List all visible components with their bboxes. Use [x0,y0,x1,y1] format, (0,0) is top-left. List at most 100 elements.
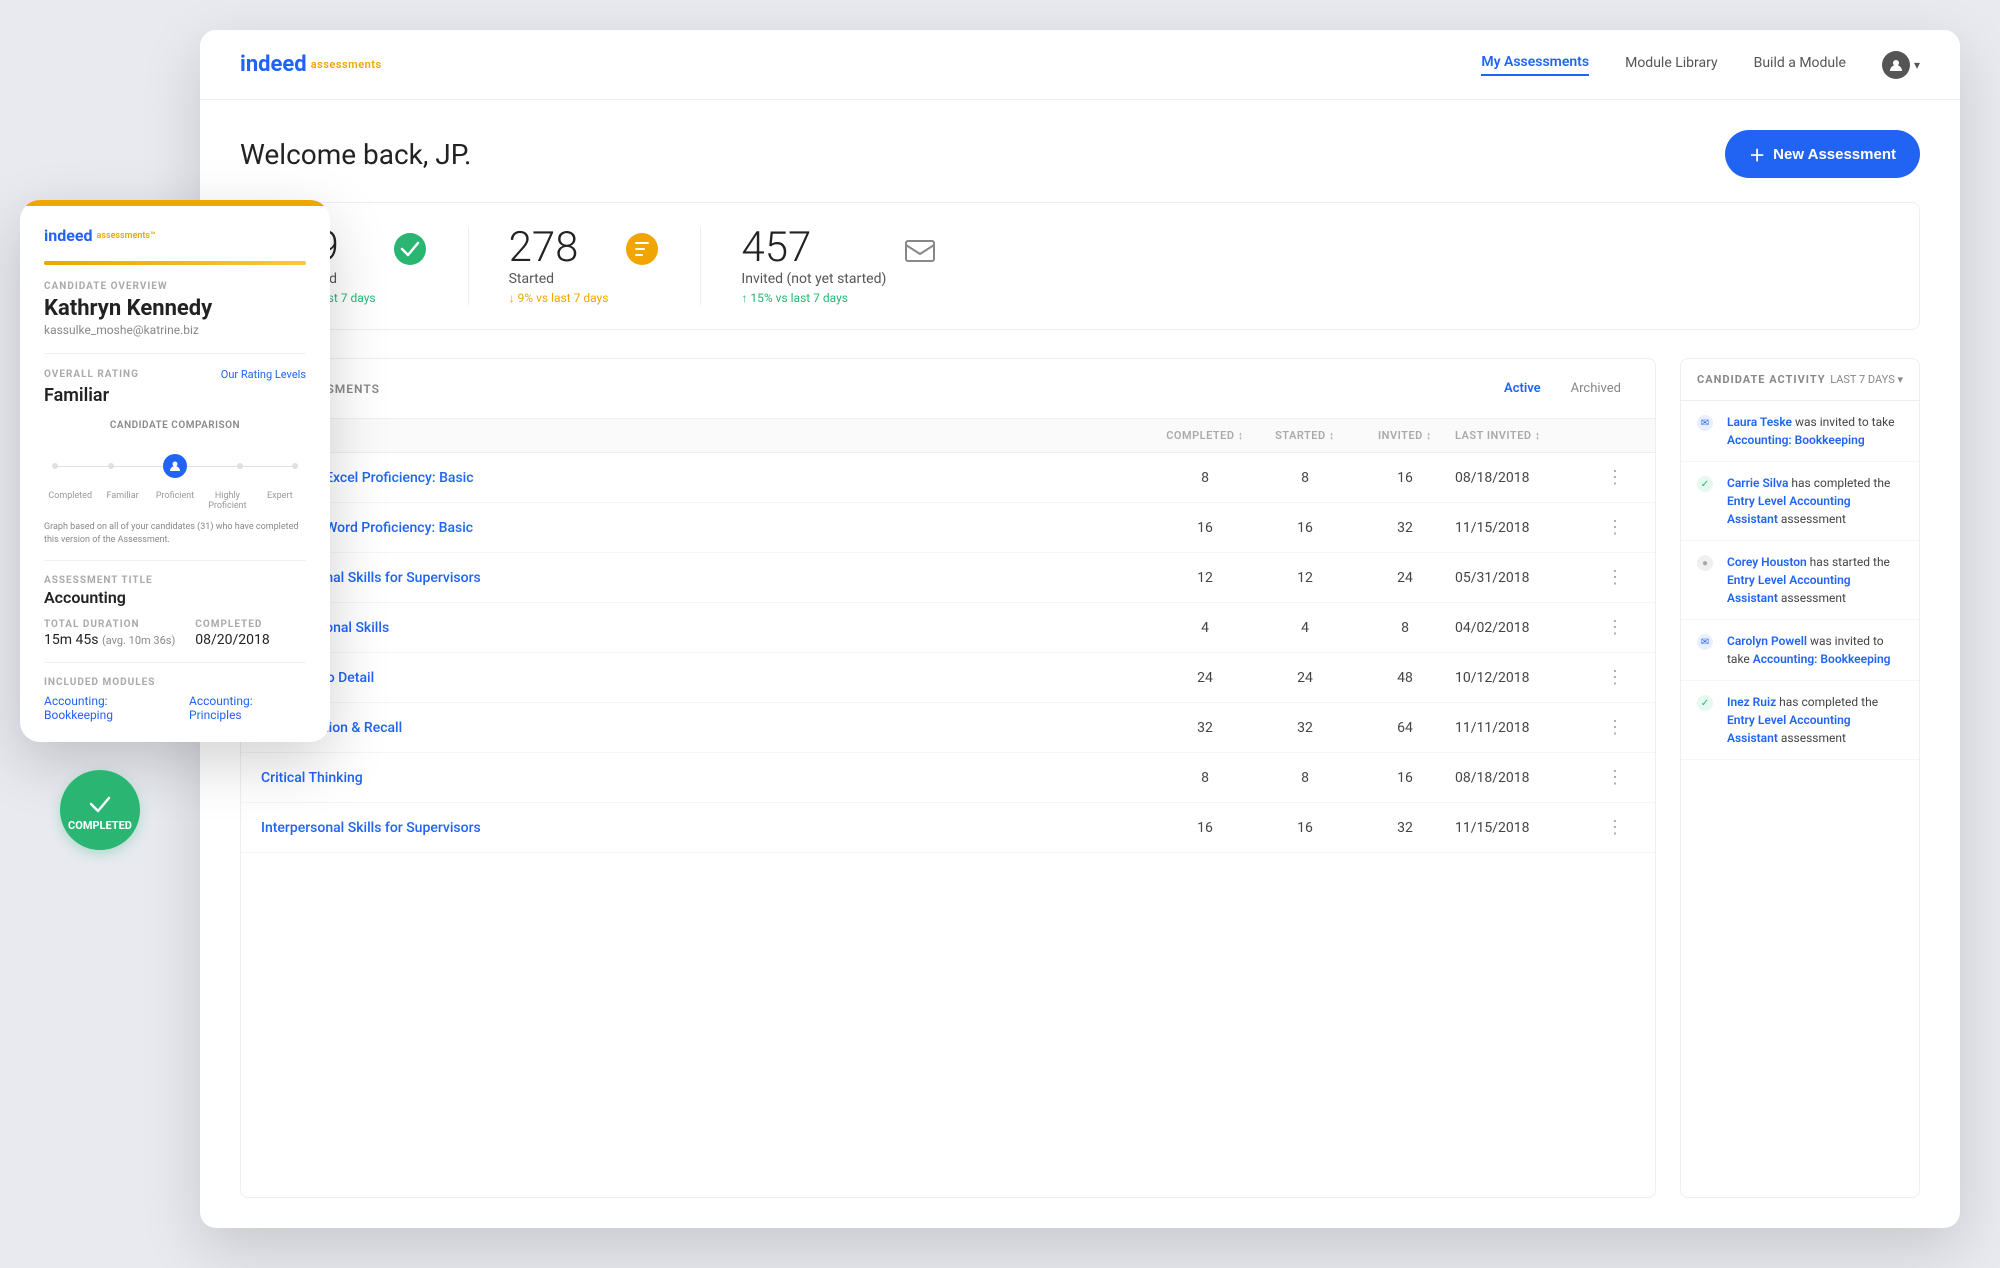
row-assessment-name[interactable]: Organizational Skills [261,620,1155,636]
tab-archived[interactable]: Archived [1557,375,1635,402]
row-menu-button[interactable]: ⋮ [1595,617,1635,638]
started-change: ↓ 9% vs last 7 days [509,291,609,305]
rating-levels-link[interactable]: Our Rating Levels [221,368,306,381]
activity-candidate-name[interactable]: Laura Teske [1727,415,1792,429]
tab-active[interactable]: Active [1490,375,1555,402]
mail-icon: ✉ [1697,634,1713,650]
activity-assessment-link[interactable]: Entry Level Accounting Assistant [1727,573,1851,605]
table-row: Attention to Detail 24 24 48 10/12/2018 … [241,653,1655,703]
new-assessment-button[interactable]: ＋ New Assessment [1725,130,1920,178]
activity-item: ✓ Carrie Silva has completed the Entry L… [1681,462,1919,541]
activity-assessment-link[interactable]: Entry Level Accounting Assistant [1727,713,1851,745]
label-expert: Expert [254,491,306,511]
nav-build-module[interactable]: Build a Module [1754,55,1846,75]
row-assessment-name[interactable]: Microsoft Word Proficiency: Basic [261,520,1155,536]
completed-date-value: 08/20/2018 [195,632,270,648]
label-completed: Completed [44,491,96,511]
label-proficient: Proficient [149,491,201,511]
row-menu-button[interactable]: ⋮ [1595,767,1635,788]
started-label: Started [509,271,609,287]
table-row: Microsoft Word Proficiency: Basic 16 16 … [241,503,1655,553]
activity-assessment-link[interactable]: Accounting: Bookkeeping [1753,652,1891,666]
row-last-invited: 04/02/2018 [1455,620,1595,636]
row-started: 12 [1255,570,1355,586]
assessments-panel: MY ASSESSMENTS Active Archived NAME ↕ CO… [240,358,1656,1198]
activity-candidate-name[interactable]: Carolyn Powell [1727,634,1807,648]
activity-icon-wrap: ✉ [1697,415,1717,449]
completed-badge-wrap: Completed [60,770,140,850]
stats-row: 179 Completed ↑ 15% vs last 7 days 278 S… [240,202,1920,330]
row-invited: 8 [1355,620,1455,636]
check-icon: ✓ [1697,476,1713,492]
nav-user[interactable]: ▾ [1882,51,1920,79]
activity-candidate-name[interactable]: Corey Houston [1727,555,1807,569]
row-started: 16 [1255,820,1355,836]
row-assessment-name[interactable]: Interpersonal Skills for Supervisors [261,820,1155,836]
activity-icon-wrap: ✓ [1697,695,1717,747]
candidate-email: kassulke_moshe@katrine.biz [44,323,306,337]
mobile-logo: indeed assessments™ [44,226,306,245]
row-menu-button[interactable]: ⋮ [1595,817,1635,838]
duration-label: TOTAL DURATION [44,619,175,630]
dot-active [163,454,187,478]
table-row: Memorization & Recall 32 32 64 11/11/201… [241,703,1655,753]
dot-expert [292,463,298,469]
overall-rating-label: OVERALL RATING [44,369,139,380]
row-assessment-name[interactable]: Critical Thinking [261,770,1155,786]
logo-indeed: indeed [240,52,307,77]
activity-item: ● Corey Houston has started the Entry Le… [1681,541,1919,620]
row-menu-button[interactable]: ⋮ [1595,667,1635,688]
assessment-title-label: ASSESSMENT TITLE [44,575,306,586]
activity-item: ✉ Carolyn Powell was invited to take Acc… [1681,620,1919,681]
completed-badge: Completed [60,770,140,850]
row-completed: 16 [1155,520,1255,536]
rating-row: OVERALL RATING Our Rating Levels [44,368,306,381]
chart-description: Graph based on all of your candidates (3… [44,521,306,546]
col-started: STARTED ↕ [1255,429,1355,442]
chart-baseline [44,441,306,491]
col-name: NAME ↕ [261,429,1155,442]
row-menu-button[interactable]: ⋮ [1595,567,1635,588]
activity-filter[interactable]: LAST 7 DAYS ▾ [1830,373,1903,386]
module-bookkeeping[interactable]: Accounting: Bookkeeping [44,694,177,722]
row-completed: 24 [1155,670,1255,686]
row-assessment-name[interactable]: Microsoft Excel Proficiency: Basic [261,470,1155,486]
row-menu-button[interactable]: ⋮ [1595,517,1635,538]
table-row: Interpersonal Skills for Supervisors 16 … [241,803,1655,853]
logo: indeed assessments [240,52,382,77]
nav-my-assessments[interactable]: My Assessments [1481,54,1589,76]
rating-value: Familiar [44,385,306,406]
table-row: Interpersonal Skills for Supervisors 12 … [241,553,1655,603]
divider-1 [44,353,306,354]
navbar-nav: My Assessments Module Library Build a Mo… [1481,51,1920,79]
row-assessment-name[interactable]: Interpersonal Skills for Supervisors [261,570,1155,586]
dot-highly-proficient [237,463,243,469]
col-last-invited: LAST INVITED ↕ [1455,429,1595,442]
row-completed: 8 [1155,770,1255,786]
activity-header: CANDIDATE ACTIVITY LAST 7 DAYS ▾ [1681,359,1919,401]
activity-assessment-link[interactable]: Accounting: Bookkeeping [1727,433,1865,447]
module-principles[interactable]: Accounting: Principles [189,694,306,722]
activity-candidate-name[interactable]: Carrie Silva [1727,476,1788,490]
row-menu-button[interactable]: ⋮ [1595,717,1635,738]
row-assessment-name[interactable]: Memorization & Recall [261,720,1155,736]
mobile-logo-assessments: assessments™ [97,231,156,241]
dot-completed [52,463,58,469]
chart-labels: Completed Familiar Proficient Highly Pro… [44,491,306,511]
row-assessment-name[interactable]: Attention to Detail [261,670,1155,686]
activity-dot-icon: ● [1697,555,1713,571]
mail-icon: ✉ [1697,415,1713,431]
page-header: Welcome back, JP. ＋ New Assessment [240,130,1920,178]
activity-assessment-link[interactable]: Entry Level Accounting Assistant [1727,494,1851,526]
activity-title: CANDIDATE ACTIVITY [1697,373,1826,386]
nav-module-library[interactable]: Module Library [1625,55,1718,75]
activity-icon-wrap: ✓ [1697,476,1717,528]
activity-candidate-name[interactable]: Inez Ruiz [1727,695,1776,709]
activity-list: ✉ Laura Teske was invited to take Accoun… [1681,401,1919,1197]
row-menu-button[interactable]: ⋮ [1595,467,1635,488]
divider-3 [44,662,306,663]
row-started: 16 [1255,520,1355,536]
two-col-layout: MY ASSESSMENTS Active Archived NAME ↕ CO… [240,358,1920,1198]
col-actions [1595,429,1635,442]
activity-item: ✓ Inez Ruiz has completed the Entry Leve… [1681,681,1919,760]
